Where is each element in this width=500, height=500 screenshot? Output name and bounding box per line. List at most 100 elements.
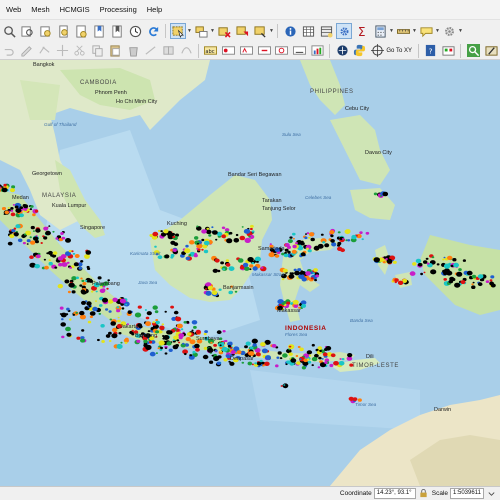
data-point: [275, 364, 279, 368]
data-point: [244, 237, 251, 243]
gps-icon[interactable]: [335, 44, 349, 58]
edit-style-icon[interactable]: [484, 44, 498, 58]
lock-icon[interactable]: [419, 489, 428, 498]
data-point: [228, 266, 235, 271]
chevron-down-icon[interactable]: ▼: [187, 24, 192, 38]
data-point: [233, 238, 240, 243]
gear-icon[interactable]: [442, 24, 456, 38]
plugin-icon[interactable]: [442, 44, 456, 58]
data-point: [149, 340, 153, 344]
field-calculator-icon[interactable]: [373, 24, 387, 38]
data-point: [34, 209, 39, 213]
feature-table-icon[interactable]: [319, 24, 333, 38]
diagram-icon[interactable]: [310, 44, 324, 58]
scale-field[interactable]: 1:5039611: [450, 488, 484, 499]
reshape-icon[interactable]: [179, 44, 193, 58]
label-abc-icon[interactable]: abc: [204, 44, 218, 58]
label-pin-icon[interactable]: [222, 44, 236, 58]
search-layer-icon[interactable]: [466, 44, 480, 58]
refresh-icon[interactable]: [146, 24, 160, 38]
new-bookmark-icon[interactable]: [92, 24, 106, 38]
data-point: [189, 339, 196, 345]
data-point: [98, 312, 102, 315]
data-point: [329, 230, 335, 235]
paste-icon[interactable]: [108, 44, 122, 58]
data-point: [229, 231, 233, 235]
chevron-down-icon[interactable]: ▼: [412, 24, 417, 38]
data-point: [201, 238, 205, 242]
toolbox-gear-icon[interactable]: [336, 23, 352, 39]
data-point: [84, 279, 88, 282]
identify-icon[interactable]: [283, 24, 297, 38]
goto-xy-icon[interactable]: [371, 44, 385, 58]
zoom-last-icon[interactable]: [56, 24, 70, 38]
zoom-full-icon[interactable]: [2, 24, 16, 38]
data-point: [79, 284, 83, 287]
data-point: [91, 290, 94, 293]
data-point: [79, 314, 86, 320]
chevron-down-icon[interactable]: ▼: [269, 24, 274, 38]
menu-help[interactable]: Help: [142, 0, 167, 19]
select-by-value-icon[interactable]: [194, 24, 208, 38]
map-canvas[interactable]: CAMBODIA PHILIPPINES MALAYSIA INDONESIA …: [0, 60, 500, 486]
move-feature-icon[interactable]: [55, 44, 69, 58]
data-point: [317, 243, 324, 249]
data-point: [392, 260, 397, 264]
chevron-down-icon[interactable]: ▼: [210, 24, 215, 38]
delete-icon[interactable]: [126, 44, 140, 58]
chevron-down-icon[interactable]: ▼: [389, 24, 394, 38]
undo-icon[interactable]: [2, 44, 16, 58]
split-icon[interactable]: [144, 44, 158, 58]
sum-icon[interactable]: Σ: [355, 24, 369, 38]
data-point: [214, 258, 220, 263]
chevron-down-icon[interactable]: ▼: [435, 24, 440, 38]
menu-web[interactable]: Web: [1, 0, 26, 19]
status-bar: Coordinate 14.23°, 93.1° Scale 1:5039611: [0, 486, 500, 500]
measure-icon[interactable]: [396, 24, 410, 38]
copy-icon[interactable]: [91, 44, 105, 58]
deselect-icon[interactable]: [217, 24, 231, 38]
data-point: [55, 237, 59, 240]
annotation-icon[interactable]: [419, 24, 433, 38]
label-banjarmasin: Banjarmasin: [223, 285, 254, 291]
label-change-icon[interactable]: [293, 44, 307, 58]
zoom-next-icon[interactable]: [74, 24, 88, 38]
bookmarks-icon[interactable]: [110, 24, 124, 38]
chevron-down-icon[interactable]: [487, 489, 496, 498]
select-feature-icon[interactable]: [170, 23, 186, 39]
chevron-down-icon[interactable]: ▼: [458, 24, 463, 38]
toolbar-separator: [460, 43, 462, 58]
clock-icon[interactable]: [128, 24, 142, 38]
menu-mesh[interactable]: Mesh: [26, 0, 54, 19]
coordinate-field[interactable]: 14.23°, 93.1°: [373, 488, 416, 499]
data-point: [215, 238, 218, 241]
zoom-selection-icon[interactable]: [38, 24, 52, 38]
zoom-layer-icon[interactable]: [20, 24, 34, 38]
data-point: [196, 225, 199, 228]
python-icon[interactable]: [353, 44, 367, 58]
label-show-icon[interactable]: [239, 44, 254, 58]
vertex-icon[interactable]: [37, 44, 51, 58]
data-point: [82, 282, 87, 286]
merge-icon[interactable]: [162, 44, 176, 58]
data-point: [283, 384, 286, 386]
data-point: [222, 268, 226, 271]
attribute-table-icon[interactable]: [301, 24, 315, 38]
data-point: [120, 341, 123, 344]
goto-xy-label[interactable]: Go To XY: [386, 48, 412, 54]
data-point: [40, 242, 43, 244]
menu-processing[interactable]: Processing: [95, 0, 142, 19]
help-book-icon[interactable]: ?: [424, 44, 438, 58]
data-point: [221, 234, 227, 239]
data-point: [110, 321, 116, 326]
data-point: [81, 300, 86, 305]
label-rotate-icon[interactable]: [275, 44, 289, 58]
select-expression-icon[interactable]: [253, 24, 267, 38]
label-move-icon[interactable]: [257, 44, 271, 58]
data-point: [60, 312, 67, 318]
menu-hcmgis[interactable]: HCMGIS: [55, 0, 95, 19]
digitize-icon[interactable]: [20, 44, 34, 58]
data-point: [194, 343, 200, 349]
cut-icon[interactable]: [73, 44, 87, 58]
select-location-icon[interactable]: [235, 24, 249, 38]
